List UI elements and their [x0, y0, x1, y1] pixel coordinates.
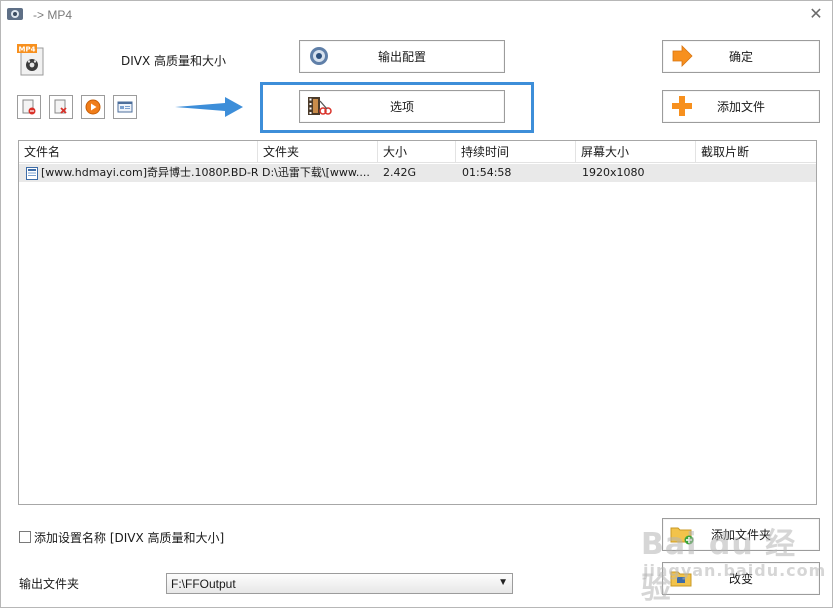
cell-folder: D:\迅雷下载\[www.... [262, 166, 370, 179]
annotation-arrow-icon [175, 97, 243, 117]
preset-name: DIVX 高质量和大小 [121, 54, 227, 68]
plus-icon [672, 96, 692, 116]
cell-clip [702, 164, 812, 182]
folder-change-icon [670, 571, 692, 587]
ok-button[interactable]: 确定 [662, 40, 820, 73]
cell-resolution: 1920x1080 [582, 166, 645, 179]
ok-label: 确定 [728, 50, 753, 64]
file-remove-icon [22, 99, 36, 115]
cell-size: 2.42G [383, 166, 417, 179]
table-row[interactable]: [www.hdmayi.com]奇异博士.1080P.BD-R... D:\迅雷… [19, 164, 816, 182]
column-header-folder[interactable]: 文件夹 [258, 141, 378, 163]
column-header-clip[interactable]: 截取片断 [696, 141, 816, 163]
close-icon[interactable]: ✕ [807, 6, 825, 24]
column-header-resolution[interactable]: 屏幕大小 [576, 141, 696, 163]
add-preset-name-label: 添加设置名称 [DIVX 高质量和大小] [34, 530, 225, 545]
mp4-file-icon: MP4 [17, 44, 44, 76]
remove-file-button[interactable] [17, 95, 41, 119]
play-button[interactable] [81, 95, 105, 119]
file-clear-icon [54, 99, 67, 114]
clear-list-button[interactable] [49, 95, 73, 119]
gear-settings-icon [310, 47, 328, 65]
play-icon [85, 99, 101, 115]
add-folder-button[interactable]: 添加文件夹 [662, 518, 820, 551]
table-header: 文件名 文件夹 大小 持续时间 屏幕大小 截取片断 [19, 141, 816, 163]
app-window: -> MP4 ✕ MP4 DIVX 高质量和大小 输出配置 确定 选项 添加文件… [0, 0, 833, 608]
cell-duration: 01:54:58 [462, 166, 512, 179]
add-preset-name-checkbox[interactable] [19, 531, 31, 543]
arrow-right-icon [672, 45, 693, 67]
video-file-icon [26, 167, 38, 180]
options-highlight-box [260, 82, 534, 133]
output-folder-label: 输出文件夹 [19, 577, 80, 591]
title-bar: -> MP4 ✕ [1, 1, 832, 29]
mp4-icon-label: MP4 [19, 46, 36, 54]
output-folder-select[interactable]: F:\FFOutput ▼ [166, 573, 513, 594]
change-label: 改变 [728, 572, 753, 586]
folder-add-icon [670, 527, 694, 545]
media-info-icon [117, 101, 133, 113]
media-info-button[interactable] [113, 95, 137, 119]
chevron-down-icon: ▼ [498, 577, 508, 588]
output-folder-value: F:\FFOutput [171, 577, 236, 591]
column-header-size[interactable]: 大小 [378, 141, 456, 163]
add-file-label: 添加文件 [716, 100, 765, 114]
output-config-button[interactable]: 输出配置 [299, 40, 505, 73]
app-logo-icon [7, 8, 23, 20]
add-preset-name-option[interactable]: 添加设置名称 [DIVX 高质量和大小] [19, 529, 224, 545]
cell-filename: [www.hdmayi.com]奇异博士.1080P.BD-R... [41, 166, 259, 179]
output-config-label: 输出配置 [377, 50, 426, 64]
add-folder-label: 添加文件夹 [710, 528, 771, 542]
window-title: -> MP4 [33, 8, 73, 22]
file-list-table[interactable]: 文件名 文件夹 大小 持续时间 屏幕大小 截取片断 [www.hdmayi.co… [18, 140, 817, 505]
add-file-button[interactable]: 添加文件 [662, 90, 820, 123]
column-header-filename[interactable]: 文件名 [19, 141, 258, 163]
change-button[interactable]: 改变 [662, 562, 820, 595]
column-header-duration[interactable]: 持续时间 [456, 141, 576, 163]
